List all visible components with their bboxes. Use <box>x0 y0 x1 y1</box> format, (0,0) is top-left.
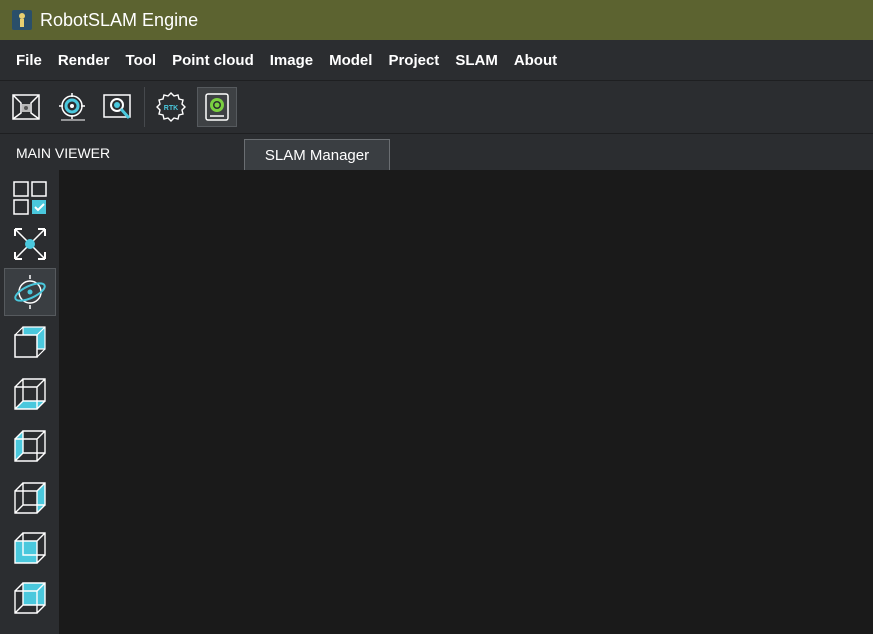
menu-image[interactable]: Image <box>262 52 321 69</box>
menu-point-cloud[interactable]: Point cloud <box>164 52 262 69</box>
slam-manager-button[interactable] <box>197 87 237 127</box>
orbit-button[interactable] <box>4 268 56 316</box>
view-bottom-button[interactable] <box>4 370 56 418</box>
image-search-icon <box>103 94 131 119</box>
rtk-settings-button[interactable]: RTK <box>151 87 191 127</box>
view-top-icon <box>14 532 46 564</box>
app-logo-icon <box>12 10 32 30</box>
view-top-button[interactable] <box>4 524 56 572</box>
view-back-button[interactable] <box>4 574 56 622</box>
slam-manager-tooltip: SLAM Manager <box>244 139 390 172</box>
menu-file[interactable]: File <box>0 52 50 69</box>
grid-select-icon <box>13 181 47 215</box>
title-bar: RobotSLAM Engine <box>0 0 873 40</box>
view-front-icon <box>14 326 46 358</box>
3d-viewport[interactable] <box>59 170 873 634</box>
menu-render[interactable]: Render <box>50 52 118 69</box>
view-back-icon <box>14 582 46 614</box>
view-left-button[interactable] <box>4 422 56 470</box>
menu-tool[interactable]: Tool <box>118 52 165 69</box>
fit-view-button[interactable] <box>4 220 56 268</box>
menu-bar: File Render Tool Point cloud Image Model… <box>0 40 873 80</box>
menu-project[interactable]: Project <box>380 52 447 69</box>
menu-slam[interactable]: SLAM <box>447 52 506 69</box>
lidar-scan-button[interactable] <box>52 87 92 127</box>
rtk-settings-icon: RTK <box>156 92 186 122</box>
view-sidebar <box>0 170 59 634</box>
toolbar-separator <box>144 87 145 127</box>
camera-calibration-icon <box>12 94 40 120</box>
camera-calibration-button[interactable] <box>6 87 46 127</box>
main-viewer-title: MAIN VIEWER <box>16 145 111 161</box>
slam-manager-icon <box>205 93 229 121</box>
rtk-label: RTK <box>164 105 178 112</box>
orbit-icon <box>14 275 46 309</box>
toolbar: RTK <box>0 80 873 133</box>
lidar-scan-icon <box>59 93 85 121</box>
view-left-icon <box>14 430 46 462</box>
view-right-icon <box>14 482 46 514</box>
menu-about[interactable]: About <box>506 52 565 69</box>
menu-model[interactable]: Model <box>321 52 380 69</box>
grid-select-button[interactable] <box>4 174 56 222</box>
main-viewer-header: MAIN VIEWER <box>0 133 873 170</box>
window-title: RobotSLAM Engine <box>40 9 199 30</box>
view-right-button[interactable] <box>4 474 56 522</box>
fit-view-icon <box>14 228 46 260</box>
view-front-button[interactable] <box>4 318 56 366</box>
image-search-button[interactable] <box>98 87 138 127</box>
view-bottom-icon <box>14 378 46 410</box>
